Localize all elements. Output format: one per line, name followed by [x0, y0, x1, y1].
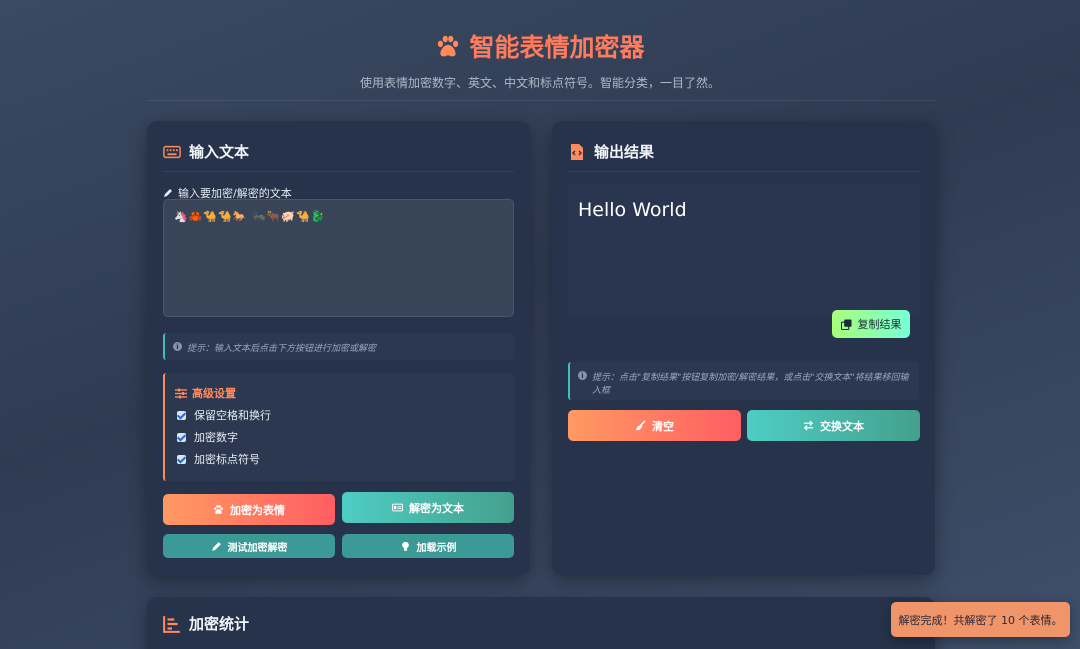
option-encrypt-punctuation[interactable]: 加密标点符号	[177, 451, 260, 467]
code-file-icon	[571, 143, 583, 160]
info-icon: i	[173, 342, 182, 351]
keyboard-icon	[163, 145, 181, 158]
advanced-settings: 高级设置 保留空格和换行 加密数字 加密标点符号	[163, 373, 514, 481]
option-label: 加密标点符号	[194, 453, 260, 466]
option-label: 保留空格和换行	[194, 409, 271, 422]
pencil-icon	[164, 189, 172, 197]
input-panel-title: 输入文本	[163, 141, 249, 162]
stats-panel-title: 加密统计	[163, 613, 249, 634]
copy-button-label: 复制结果	[857, 318, 902, 331]
info-icon: i	[578, 371, 587, 380]
output-panel-title-text: 输出结果	[594, 143, 655, 161]
copy-button[interactable]: 复制结果	[832, 310, 910, 338]
encrypt-button[interactable]: 加密为表情	[163, 494, 335, 525]
advanced-settings-title: 高级设置	[175, 385, 236, 401]
paw-icon	[214, 505, 223, 514]
header-divider	[147, 100, 935, 101]
sliders-icon	[175, 388, 187, 398]
toast-notification: 解密完成！共解密了 10 个表情。	[891, 602, 1070, 637]
chart-icon	[163, 615, 180, 633]
lightbulb-icon	[401, 541, 409, 551]
input-panel: 输入文本 输入要加密/解密的文本 🦄🦀🐪🐪🐎 🐜🐂🐖🐪🐉 i 提示：输入文本后点…	[147, 121, 530, 575]
input-panel-title-text: 输入文本	[189, 143, 250, 161]
load-example-button[interactable]: 加载示例	[342, 534, 514, 558]
output-result-text: Hello World	[578, 199, 687, 221]
load-example-button-label: 加载示例	[416, 542, 457, 554]
option-keep-whitespace[interactable]: 保留空格和换行	[177, 407, 271, 423]
option-encrypt-numbers[interactable]: 加密数字	[177, 429, 238, 445]
broom-icon	[635, 420, 646, 431]
option-label: 加密数字	[194, 431, 238, 444]
output-hint: i 提示：点击"复制结果"按钮复制加密/解密结果，或点击"交换文本"将结果移回输…	[568, 362, 919, 400]
paw-icon	[438, 35, 459, 57]
output-panel: 输出结果 Hello World 复制结果 i 提示：点击"复制结果"按钮复制加…	[552, 121, 935, 575]
decrypt-button-label: 解密为文本	[409, 501, 464, 515]
test-button[interactable]: 测试加密解密	[163, 534, 335, 558]
clear-button-label: 清空	[652, 419, 674, 433]
pencil-icon	[211, 541, 221, 551]
input-text: 🦄🦀🐪🐪🐎 🐜🐂🐖🐪🐉	[174, 210, 326, 223]
toast-message: 解密完成！共解密了 10 个表情。	[898, 613, 1063, 627]
advanced-settings-title-text: 高级设置	[192, 387, 236, 400]
stats-panel: 加密统计	[147, 597, 935, 649]
encrypt-button-label: 加密为表情	[230, 503, 285, 517]
decrypt-button[interactable]: 解密为文本	[342, 492, 514, 523]
id-card-icon	[392, 503, 403, 512]
input-textarea[interactable]: 🦄🦀🐪🐪🐎 🐜🐂🐖🐪🐉	[163, 199, 514, 317]
input-textarea-value: 🦄🦀🐪🐪🐎 🐜🐂🐖🐪🐉	[174, 210, 503, 223]
page-subtitle: 使用表情加密数字、英文、中文和标点符号。智能分类，一目了然。	[359, 76, 720, 90]
swap-button[interactable]: 交换文本	[747, 410, 920, 441]
test-button-label: 测试加密解密	[227, 542, 288, 554]
stats-panel-title-text: 加密统计	[189, 615, 250, 633]
checkbox[interactable]	[177, 432, 186, 442]
output-panel-title: 输出结果	[568, 141, 654, 162]
clear-button[interactable]: 清空	[568, 410, 741, 441]
output-hint-text: 提示：点击"复制结果"按钮复制加密/解密结果，或点击"交换文本"将结果移回输入框	[592, 373, 909, 396]
checkbox[interactable]	[177, 454, 186, 464]
copy-icon	[840, 318, 852, 330]
output-panel-divider	[568, 171, 919, 172]
input-hint-text: 提示：输入文本后点击下方按钮进行加密或解密	[187, 344, 377, 354]
swap-icon	[803, 420, 814, 431]
swap-button-label: 交换文本	[820, 419, 864, 433]
input-hint: i 提示：输入文本后点击下方按钮进行加密或解密	[163, 333, 514, 360]
page-title-text: 智能表情加密器	[469, 33, 645, 62]
checkbox[interactable]	[177, 410, 186, 420]
page-header: 智能表情加密器 使用表情加密数字、英文、中文和标点符号。智能分类，一目了然。	[0, 28, 1080, 91]
output-result: Hello World	[568, 183, 920, 317]
input-panel-divider	[163, 171, 514, 172]
page-title: 智能表情加密器	[435, 28, 645, 64]
